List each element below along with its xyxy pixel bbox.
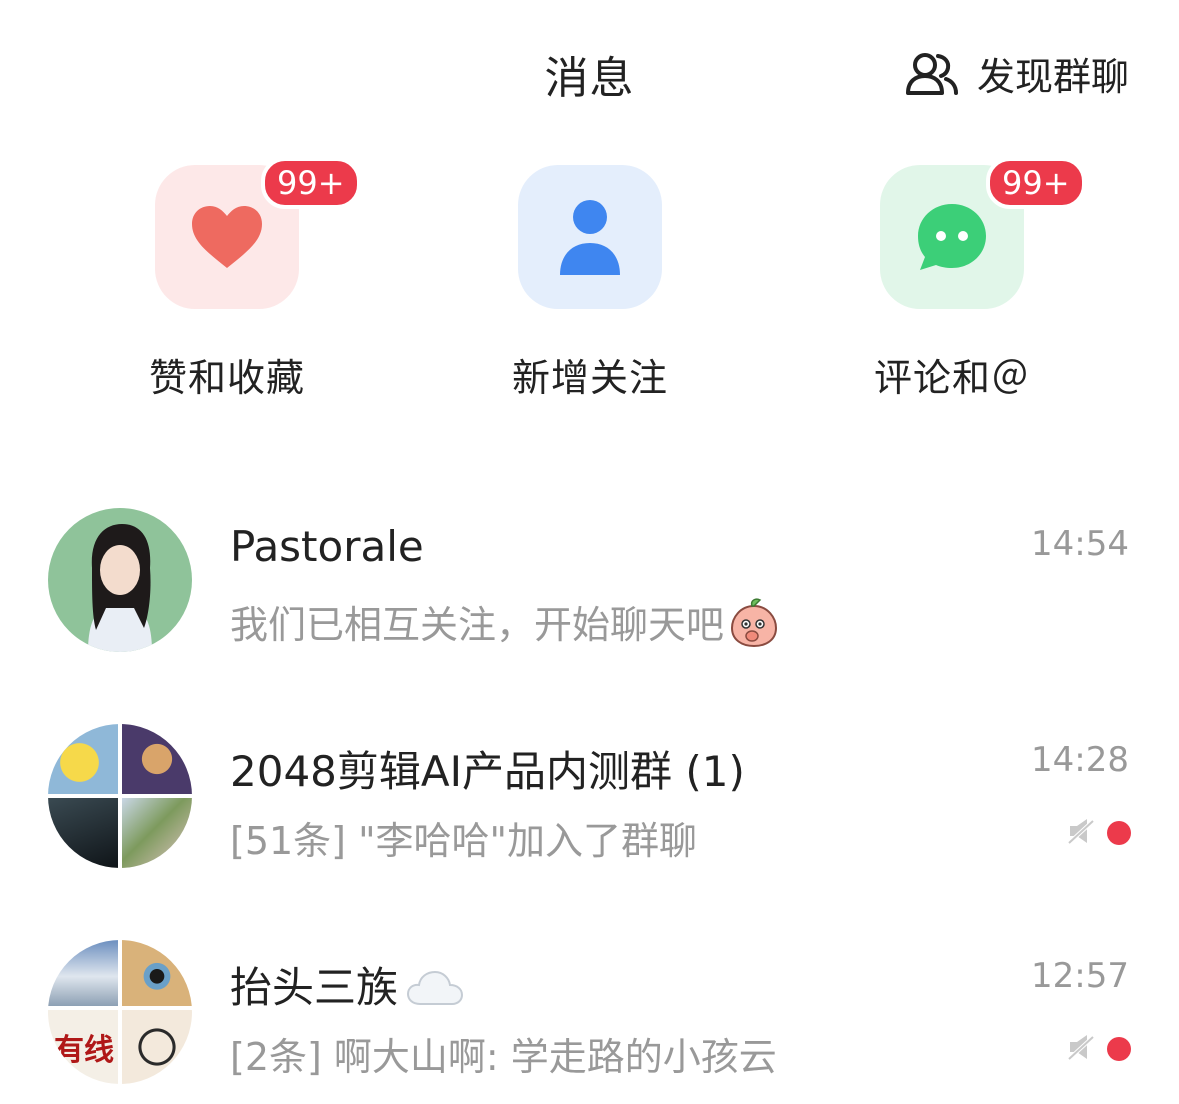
- group-avatar: [48, 724, 192, 868]
- comments-tile: 99+: [880, 157, 1086, 309]
- likes-badge: 99+: [261, 157, 361, 209]
- conversation-row[interactable]: 有线 抬头三族 [2条] 啊大山啊: 学走路的小孩云 12:57: [0, 940, 1179, 1090]
- messages-page: 消息 发现群聊 99+ 赞和收藏 新增关注 99+ 评论和＠ Pastorale…: [0, 0, 1179, 1104]
- mute-icon: [1067, 819, 1095, 845]
- cloud-emoji-icon: [407, 970, 464, 1005]
- followers-tile: [518, 165, 662, 309]
- likes-label: 赞和收藏: [148, 356, 305, 400]
- conversation-time: 14:28: [1031, 740, 1129, 780]
- conversation-time: 12:57: [1031, 956, 1129, 996]
- conversation-row[interactable]: Pastorale 我们已相互关注，开始聊天吧 14:54: [0, 508, 1179, 658]
- heart-icon: [192, 206, 262, 268]
- conversation-preview: [51条] "李哈哈"加入了群聊: [230, 819, 698, 863]
- conversation-name: 2048剪辑AI产品内测群 (1): [230, 747, 745, 796]
- group-avatar: 有线: [48, 940, 192, 1084]
- person-icon: [560, 200, 620, 275]
- peach-emoji-icon: [731, 598, 778, 648]
- shortcut-likes-favorites[interactable]: 99+ 赞和收藏: [107, 157, 361, 402]
- conversation-preview: [2条] 啊大山啊: 学走路的小孩云: [230, 1035, 777, 1079]
- conversation-name: Pastorale: [230, 522, 424, 571]
- likes-tile: 99+: [155, 157, 361, 309]
- discover-group-chat-button[interactable]: 发现群聊: [905, 46, 1129, 101]
- mute-icon: [1067, 1035, 1095, 1061]
- name-text: 抬头三族: [230, 963, 399, 1012]
- group-users-icon: [905, 52, 958, 95]
- comments-label: 评论和＠: [873, 356, 1030, 400]
- avatar: [48, 508, 192, 652]
- chat-bubble-icon: [918, 204, 986, 270]
- conversation-preview: 我们已相互关注，开始聊天吧: [230, 594, 780, 649]
- unread-dot: [1107, 821, 1131, 845]
- svg-text:有线: 有线: [54, 1033, 114, 1068]
- shortcut-comments-mentions[interactable]: 99+ 评论和＠: [832, 157, 1086, 402]
- comments-badge: 99+: [986, 157, 1086, 209]
- shortcut-new-followers[interactable]: 新增关注: [470, 165, 710, 402]
- preview-text: 我们已相互关注，开始聊天吧: [230, 603, 725, 647]
- discover-label: 发现群聊: [976, 55, 1129, 99]
- conversation-name: 抬头三族: [230, 954, 464, 1015]
- unread-dot: [1107, 1037, 1131, 1061]
- followers-label: 新增关注: [511, 356, 668, 400]
- conversation-time: 14:54: [1031, 524, 1129, 564]
- conversation-row[interactable]: 2048剪辑AI产品内测群 (1) [51条] "李哈哈"加入了群聊 14:28: [0, 724, 1179, 874]
